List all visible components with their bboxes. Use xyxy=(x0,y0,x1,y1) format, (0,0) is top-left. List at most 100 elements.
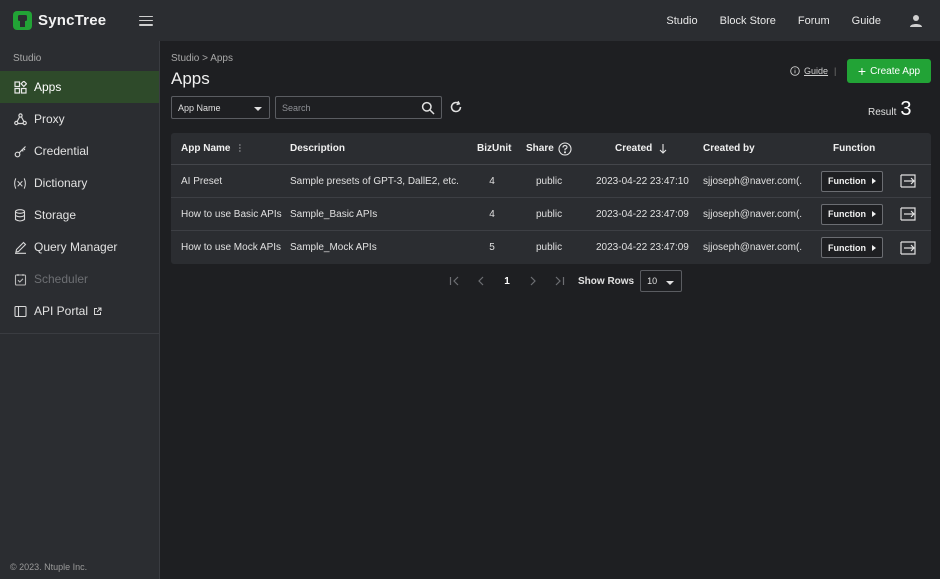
show-rows-label: Show Rows xyxy=(578,275,635,287)
next-page-icon[interactable] xyxy=(520,270,546,292)
sidebar-item-label: Apps xyxy=(34,80,62,94)
result-label: Result xyxy=(868,107,897,118)
search-field-select[interactable]: App Name xyxy=(171,96,270,119)
apps-icon xyxy=(13,80,27,94)
pagination: 1 Show Rows 10 xyxy=(442,270,683,292)
sidebar-item-label: Query Manager xyxy=(34,240,118,254)
rows-per-page-select[interactable]: 10 xyxy=(640,270,683,292)
cell-app-name[interactable]: How to use Basic APIs xyxy=(181,209,282,220)
refresh-icon[interactable] xyxy=(449,100,463,114)
cell-description: Sample_Basic APIs xyxy=(290,208,378,220)
portal-icon xyxy=(13,304,27,318)
key-icon xyxy=(13,144,27,158)
enter-app-icon[interactable] xyxy=(900,174,916,188)
function-label: Function xyxy=(828,176,866,186)
guide-label: Guide xyxy=(804,66,829,76)
synctree-logo-icon xyxy=(13,11,32,30)
function-button[interactable]: Function xyxy=(821,203,883,225)
sort-icon[interactable] xyxy=(237,143,243,153)
database-icon xyxy=(13,208,27,222)
prev-page-icon[interactable] xyxy=(468,270,494,292)
table-row[interactable]: How to use Mock APIs Sample_Mock APIs 5 … xyxy=(171,231,931,264)
app-name: SyncTree xyxy=(38,12,107,29)
col-app-name[interactable]: App Name xyxy=(181,143,243,154)
col-description: Description xyxy=(290,143,346,154)
cell-created-by: sjjoseph@naver.com(... xyxy=(703,242,803,253)
nav-studio[interactable]: Studio xyxy=(666,15,697,27)
cell-share: public xyxy=(536,175,563,187)
create-app-button[interactable]: + Create App xyxy=(847,59,931,83)
sidebar-item-apps[interactable]: Apps xyxy=(0,71,159,103)
sidebar-item-query-manager[interactable]: Query Manager xyxy=(0,231,159,263)
result-number: 3 xyxy=(900,98,912,120)
main-content: Studio > Apps Apps Guide | + Create App … xyxy=(160,41,940,579)
enter-app-icon[interactable] xyxy=(900,207,916,221)
col-created[interactable]: Created xyxy=(615,143,667,154)
breadcrumb[interactable]: Studio > Apps xyxy=(171,53,233,64)
help-icon[interactable] xyxy=(558,141,572,156)
search-box xyxy=(275,96,442,119)
cell-created-by: sjjoseph@naver.com(... xyxy=(703,208,803,220)
create-app-label: Create App xyxy=(870,65,921,77)
cell-app-name[interactable]: How to use Mock APIs xyxy=(181,242,281,253)
variable-icon xyxy=(13,176,27,190)
function-button[interactable]: Function xyxy=(821,237,883,258)
caret-right-icon xyxy=(872,244,876,251)
caret-right-icon xyxy=(872,178,876,184)
first-page-icon[interactable] xyxy=(442,270,468,292)
table-header: App Name Description BizUnit Share Creat… xyxy=(171,133,931,165)
sidebar-item-label: Dictionary xyxy=(34,176,88,190)
user-icon[interactable] xyxy=(909,14,923,28)
cell-created: 2023-04-22 23:47:09 xyxy=(596,242,689,253)
nav-guide[interactable]: Guide xyxy=(852,15,881,27)
caret-down-icon xyxy=(666,281,675,285)
page-current[interactable]: 1 xyxy=(494,270,520,292)
search-icon[interactable] xyxy=(421,101,435,115)
logo[interactable]: SyncTree xyxy=(13,11,106,30)
cell-bizunit: 4 xyxy=(489,208,495,220)
guide-link[interactable]: Guide xyxy=(790,66,828,76)
function-button[interactable]: Function xyxy=(821,170,883,192)
info-icon xyxy=(790,66,800,76)
col-function: Function xyxy=(833,143,876,154)
enter-app-icon[interactable] xyxy=(900,240,916,255)
cell-description: Sample_Mock APIs xyxy=(290,242,377,253)
sidebar-item-storage[interactable]: Storage xyxy=(0,199,159,231)
cell-bizunit: 5 xyxy=(489,242,495,253)
caret-right-icon xyxy=(872,211,876,217)
sidebar-item-scheduler[interactable]: Scheduler xyxy=(0,263,159,295)
sidebar-item-label: Credential xyxy=(34,144,89,158)
sidebar-item-credential[interactable]: Credential xyxy=(0,135,159,167)
sidebar: Studio Apps Proxy Credential Dictionary … xyxy=(0,41,160,579)
cell-description: Sample presets of GPT-3, DallE2, etc. xyxy=(290,175,459,187)
nav-block-store[interactable]: Block Store xyxy=(720,15,776,27)
col-label: Share xyxy=(526,143,554,154)
proxy-icon xyxy=(13,112,27,126)
top-bar: SyncTree Studio Block Store Forum Guide xyxy=(0,0,940,41)
nav-forum[interactable]: Forum xyxy=(798,15,830,27)
search-input[interactable] xyxy=(282,102,412,113)
arrow-down-icon[interactable] xyxy=(659,143,667,154)
cell-app-name[interactable]: AI Preset xyxy=(181,176,222,187)
sidebar-item-label: Proxy xyxy=(34,112,65,126)
result-count: Result 3 xyxy=(868,98,911,121)
cell-share: public xyxy=(536,242,563,253)
table-row[interactable]: AI Preset Sample presets of GPT-3, DallE… xyxy=(171,165,931,198)
menu-icon[interactable] xyxy=(139,15,154,27)
top-nav: Studio Block Store Forum Guide xyxy=(666,0,940,41)
cell-share: public xyxy=(536,208,563,220)
table-row[interactable]: How to use Basic APIs Sample_Basic APIs … xyxy=(171,198,931,231)
cell-created: 2023-04-22 23:47:09 xyxy=(596,208,689,220)
col-bizunit: BizUnit xyxy=(477,143,512,154)
sidebar-item-proxy[interactable]: Proxy xyxy=(0,103,159,135)
sidebar-item-dictionary[interactable]: Dictionary xyxy=(0,167,159,199)
copyright: © 2023. Ntuple Inc. xyxy=(10,562,88,572)
apps-table: App Name Description BizUnit Share Creat… xyxy=(171,133,931,264)
last-page-icon[interactable] xyxy=(546,270,572,292)
sidebar-item-label: Scheduler xyxy=(34,272,89,286)
page-title: Apps xyxy=(171,69,210,88)
sidebar-item-api-portal[interactable]: API Portal xyxy=(0,295,159,327)
col-share: Share xyxy=(526,141,572,156)
sidebar-item-label: Storage xyxy=(34,208,77,222)
calendar-check-icon xyxy=(13,272,27,286)
